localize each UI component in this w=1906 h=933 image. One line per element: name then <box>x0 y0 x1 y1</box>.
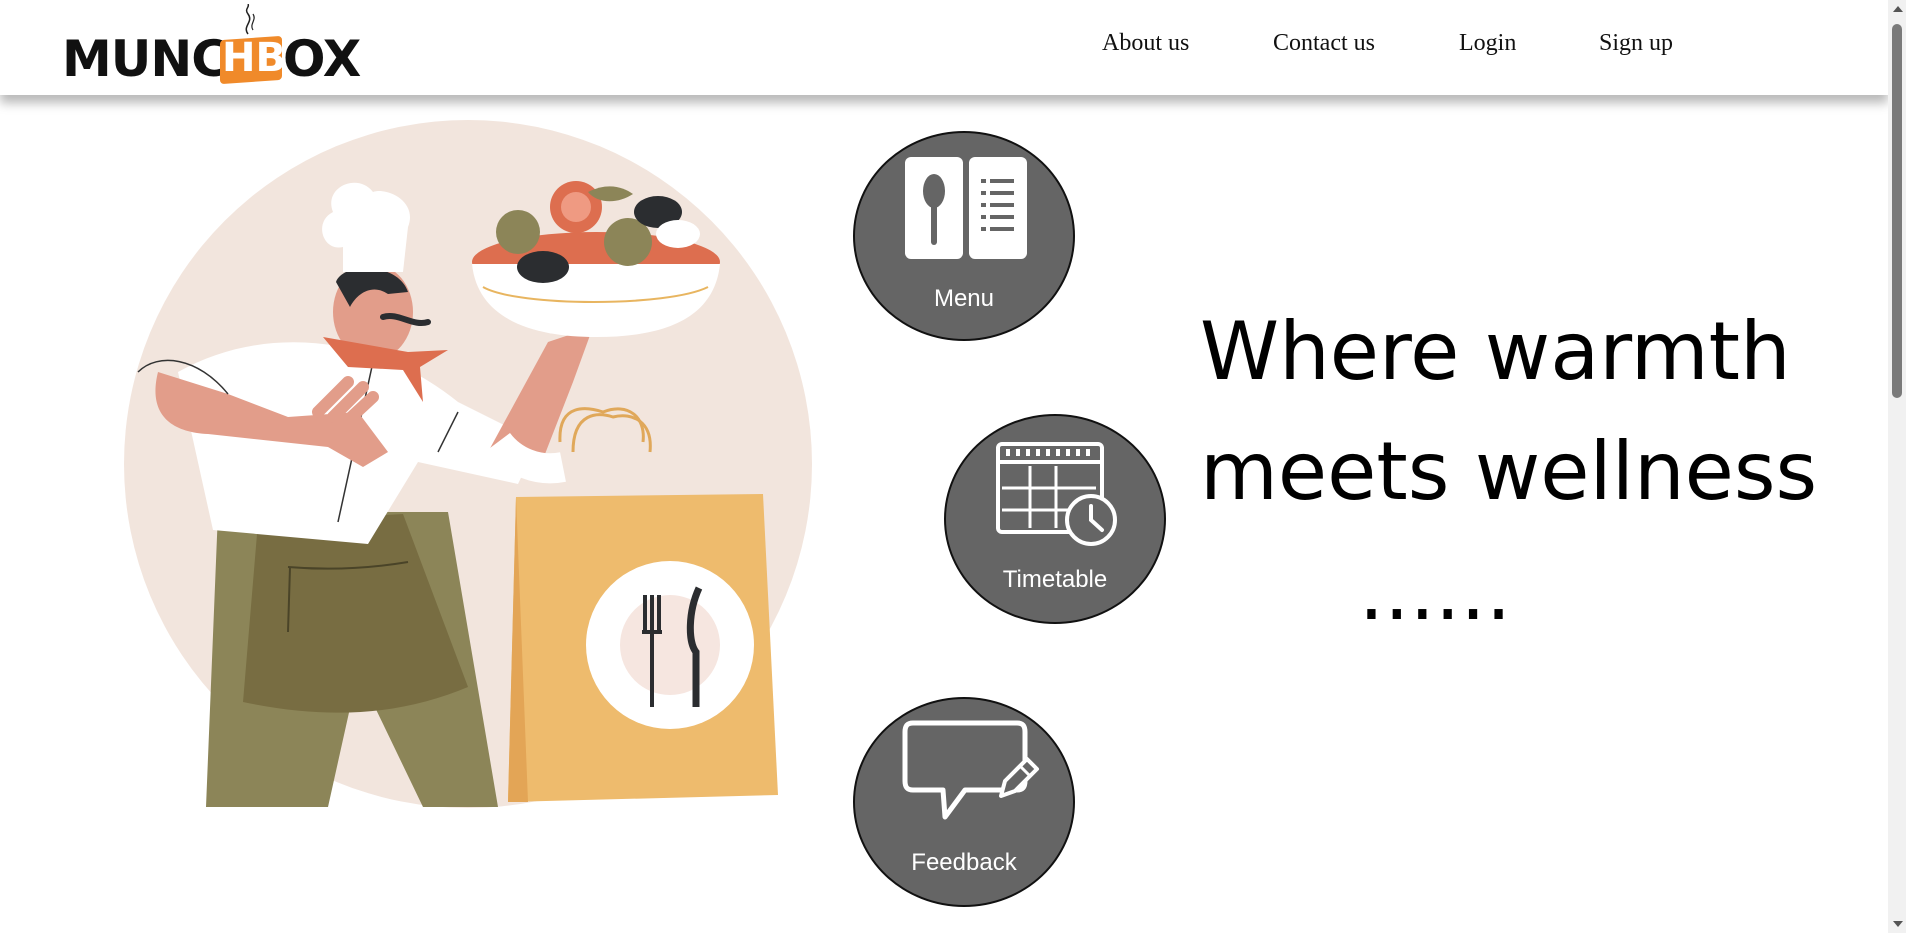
logo[interactable]: MUNC HB OX <box>62 4 362 88</box>
tagline-line-2: meets wellness <box>1200 425 1818 518</box>
scroll-thumb[interactable] <box>1892 24 1902 398</box>
menu-label: Menu <box>933 285 995 312</box>
steam-icon <box>245 4 255 35</box>
chef-illustration <box>124 120 812 808</box>
feedback-button[interactable]: Feedback <box>853 697 1075 907</box>
navbar: MUNC HB OX About us Contact us Login Sig… <box>0 0 1888 95</box>
hero-tagline: Where warmth meets wellness ...... <box>1200 292 1818 652</box>
nav-contact-us[interactable]: Contact us <box>1273 30 1375 57</box>
feedback-pencil-icon <box>902 720 1039 820</box>
logo-box-letters: HB <box>222 35 286 81</box>
scroll-down-arrow-icon[interactable] <box>1893 921 1903 927</box>
scrollbar[interactable] <box>1888 0 1906 933</box>
tagline-line-3: ...... <box>1358 545 1512 638</box>
scroll-up-arrow-icon[interactable] <box>1893 6 1903 12</box>
menu-button[interactable]: Menu <box>853 131 1075 341</box>
feedback-label: Feedback <box>911 849 1017 876</box>
logo-text-left: MUNC <box>62 30 228 88</box>
nav-about-us[interactable]: About us <box>1102 30 1189 57</box>
tagline-line-1: Where warmth <box>1200 305 1791 398</box>
calendar-clock-icon <box>996 442 1117 546</box>
nav-login[interactable]: Login <box>1459 30 1516 57</box>
timetable-button[interactable]: Timetable <box>944 414 1166 624</box>
timetable-label: Timetable <box>1002 566 1108 593</box>
logo-text-right: OX <box>283 30 361 88</box>
nav-sign-up[interactable]: Sign up <box>1599 30 1673 57</box>
